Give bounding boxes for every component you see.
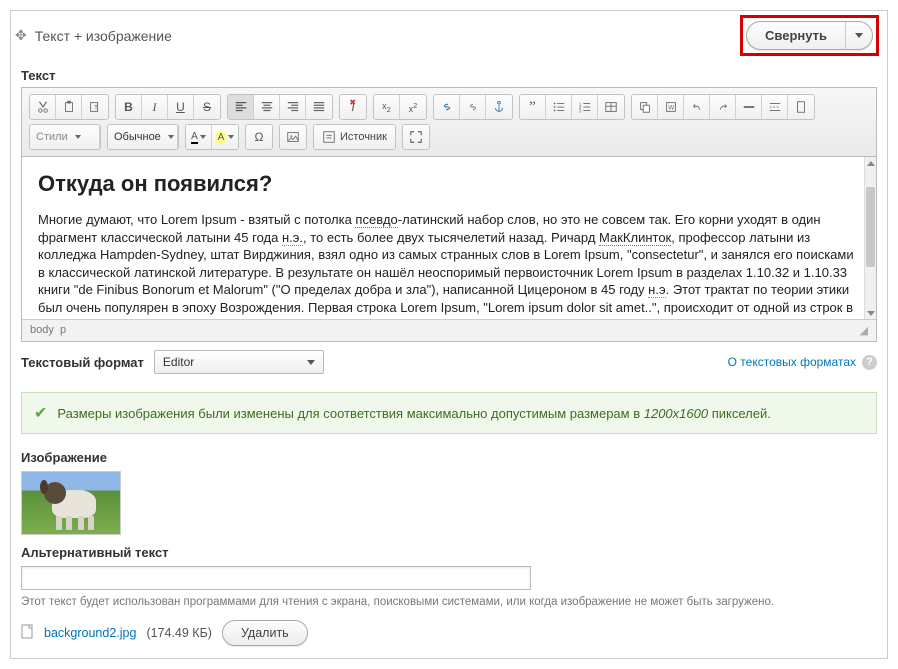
- blockquote-button[interactable]: ”: [520, 95, 546, 119]
- source-button[interactable]: Источник: [314, 125, 395, 149]
- editor-scrollbar[interactable]: [864, 157, 876, 319]
- bg-color-button[interactable]: A: [212, 125, 238, 149]
- caret-down-icon: [855, 33, 863, 38]
- path-body[interactable]: body: [30, 324, 54, 336]
- remove-file-button[interactable]: Удалить: [222, 620, 308, 646]
- caret-down-icon: [307, 360, 315, 365]
- page-break-button[interactable]: [762, 95, 788, 119]
- help-icon: ?: [862, 355, 877, 370]
- underline-button[interactable]: U: [168, 95, 194, 119]
- text-format-row: Текстовый формат Editor О текстовых форм…: [11, 342, 887, 384]
- element-path: body p: [30, 324, 66, 337]
- file-icon: [21, 624, 34, 642]
- cut-button[interactable]: [30, 95, 56, 119]
- format-combo[interactable]: Обычное: [108, 125, 178, 149]
- anchor-button[interactable]: [486, 95, 512, 119]
- resize-handle-icon[interactable]: ◢: [860, 324, 868, 337]
- align-center-button[interactable]: [254, 95, 280, 119]
- alt-text-help: Этот текст будет использован программами…: [11, 594, 887, 616]
- redo-button[interactable]: [710, 95, 736, 119]
- remove-format-button[interactable]: I✖: [340, 95, 366, 119]
- svg-text:W: W: [668, 105, 674, 112]
- editor-body[interactable]: Откуда он появился? Многие думают, что L…: [22, 157, 876, 319]
- text-color-button[interactable]: A: [186, 125, 212, 149]
- superscript-button[interactable]: x2: [400, 95, 426, 119]
- drag-handle-icon[interactable]: ✥: [15, 27, 27, 44]
- collapse-button-group: Свернуть: [746, 21, 873, 50]
- svg-text:3: 3: [578, 108, 581, 113]
- editor-footer: body p ◢: [22, 319, 876, 341]
- numbered-list-button[interactable]: 123: [572, 95, 598, 119]
- align-right-button[interactable]: [280, 95, 306, 119]
- strike-button[interactable]: S: [194, 95, 220, 119]
- status-text: Размеры изображения были изменены для со…: [57, 406, 770, 421]
- panel-header: ✥ Текст + изображение Свернуть: [11, 11, 887, 64]
- bold-button[interactable]: B: [116, 95, 142, 119]
- text-field-label: Текст: [11, 64, 887, 87]
- file-name-link[interactable]: background2.jpg: [44, 626, 136, 640]
- bullet-list-button[interactable]: [546, 95, 572, 119]
- paste-button[interactable]: [56, 95, 82, 119]
- image-button[interactable]: [280, 125, 306, 149]
- check-icon: ✔: [34, 403, 47, 423]
- styles-combo[interactable]: Стили: [30, 125, 100, 149]
- table-button[interactable]: [598, 95, 624, 119]
- image-resize-status: ✔ Размеры изображения были изменены для …: [21, 392, 877, 434]
- align-justify-button[interactable]: [306, 95, 332, 119]
- collapse-dropdown-toggle[interactable]: [846, 22, 872, 49]
- paste-plain-button[interactable]: T: [82, 95, 108, 119]
- copy-button[interactable]: [632, 95, 658, 119]
- image-field-label: Изображение: [11, 442, 887, 469]
- scroll-down-icon[interactable]: [865, 307, 876, 319]
- collapse-button[interactable]: Свернуть: [747, 22, 846, 49]
- alt-text-label: Альтернативный текст: [11, 537, 887, 564]
- rich-text-editor: T B I U S I✖ x2 x2: [21, 87, 877, 342]
- file-row: background2.jpg (174.49 КБ) Удалить: [11, 616, 887, 658]
- link-button[interactable]: [434, 95, 460, 119]
- content-heading: Откуда он появился?: [38, 171, 860, 197]
- editor-toolbar: T B I U S I✖ x2 x2: [22, 88, 876, 157]
- text-format-select[interactable]: Editor: [154, 350, 324, 374]
- panel-title: Текст + изображение: [35, 28, 172, 44]
- document-button[interactable]: [788, 95, 814, 119]
- editor-content[interactable]: Откуда он появился? Многие думают, что L…: [22, 157, 876, 319]
- unlink-button[interactable]: [460, 95, 486, 119]
- text-format-label: Текстовый формат: [21, 355, 144, 370]
- image-thumbnail[interactable]: [21, 471, 121, 535]
- special-char-button[interactable]: Ω: [246, 125, 272, 149]
- paste-word-button[interactable]: W: [658, 95, 684, 119]
- annotation-highlight: Свернуть: [740, 15, 879, 56]
- svg-text:T: T: [94, 105, 98, 112]
- scroll-thumb[interactable]: [866, 187, 875, 267]
- maximize-button[interactable]: [403, 125, 429, 149]
- undo-button[interactable]: [684, 95, 710, 119]
- italic-button[interactable]: I: [142, 95, 168, 119]
- alt-text-input[interactable]: [21, 566, 531, 590]
- text-format-help-link[interactable]: О текстовых форматах ?: [728, 355, 877, 370]
- align-left-button[interactable]: [228, 95, 254, 119]
- hr-button[interactable]: [736, 95, 762, 119]
- file-size: (174.49 КБ): [146, 626, 212, 640]
- scroll-up-icon[interactable]: [865, 157, 876, 169]
- text-image-panel: ✥ Текст + изображение Свернуть Текст T B…: [10, 10, 888, 659]
- path-p[interactable]: p: [60, 324, 66, 336]
- subscript-button[interactable]: x2: [374, 95, 400, 119]
- content-paragraph: Многие думают, что Lorem Ipsum - взятый …: [38, 211, 860, 319]
